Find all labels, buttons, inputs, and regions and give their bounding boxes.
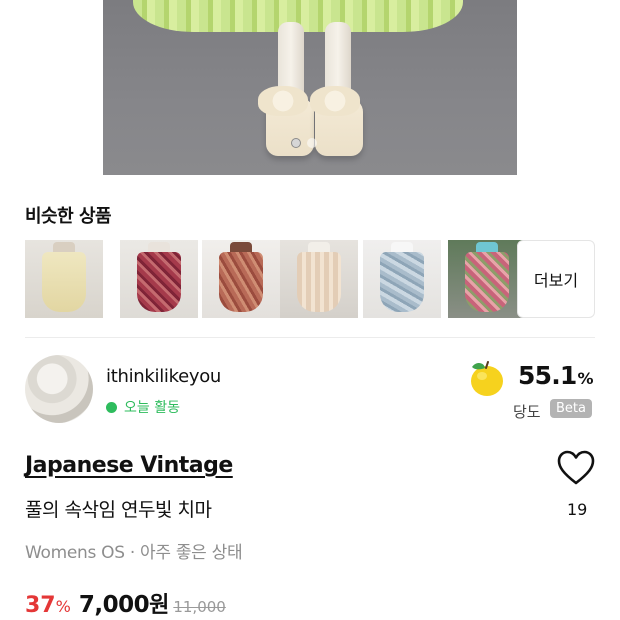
product-main-image[interactable] bbox=[103, 0, 517, 175]
like-count: 19 bbox=[567, 500, 588, 519]
seller-avatar[interactable] bbox=[25, 355, 93, 423]
product-title: 풀의 속삭임 연두빛 치마 bbox=[25, 499, 212, 521]
online-dot-icon bbox=[106, 401, 117, 413]
similar-product-thumb[interactable] bbox=[280, 240, 358, 318]
brand-link[interactable]: Japanese Vintage bbox=[25, 453, 233, 478]
similar-products-title: 비슷한 상품 bbox=[25, 206, 112, 227]
similar-product-thumb[interactable] bbox=[202, 240, 280, 318]
similar-product-thumb[interactable] bbox=[25, 240, 103, 318]
online-status-text: 오늘 활동 bbox=[124, 400, 180, 416]
divider bbox=[25, 337, 595, 338]
apple-icon bbox=[471, 361, 503, 396]
price-row: 37 % 7,000 원 11,000 bbox=[25, 587, 226, 619]
similar-product-thumb[interactable] bbox=[448, 240, 526, 318]
sale-price: 7,000 bbox=[78, 592, 150, 618]
carousel-dot[interactable] bbox=[307, 138, 317, 148]
discount-unit: % bbox=[55, 597, 71, 616]
seller-name[interactable]: ithinkilikeyou bbox=[106, 366, 221, 387]
heart-outline-icon[interactable] bbox=[557, 450, 595, 486]
similar-product-thumb[interactable] bbox=[363, 240, 441, 318]
original-price: 11,000 bbox=[173, 598, 226, 616]
discount-rate: 37 bbox=[25, 593, 56, 618]
online-status: 오늘 활동 bbox=[106, 397, 180, 417]
carousel-dot-active[interactable] bbox=[291, 138, 301, 148]
more-button[interactable]: 더보기 bbox=[517, 240, 595, 318]
beta-badge: Beta bbox=[550, 399, 592, 418]
similar-product-thumb[interactable] bbox=[120, 240, 198, 318]
product-condition: Womens OS · 아주 좋은 상태 bbox=[25, 543, 243, 563]
sweetness-score: 55.1 % bbox=[518, 361, 594, 390]
sweetness-label: 당도 bbox=[513, 403, 541, 421]
price-unit: 원 bbox=[149, 593, 170, 618]
